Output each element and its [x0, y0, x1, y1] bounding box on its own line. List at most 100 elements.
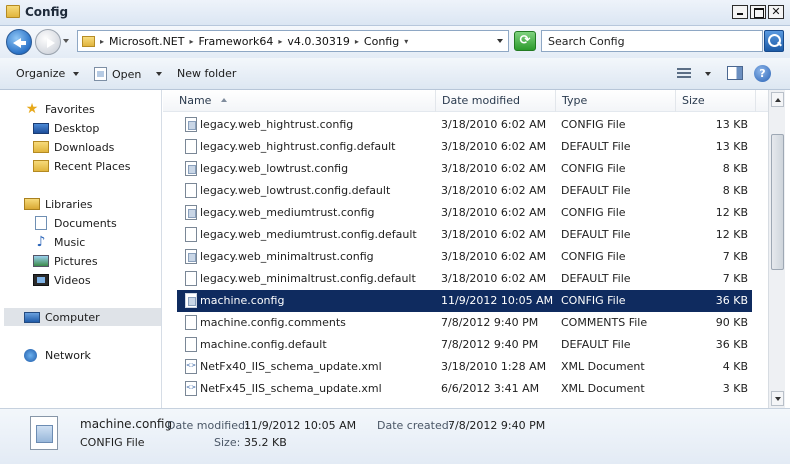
nav-label: Videos — [54, 273, 91, 287]
minimize-button[interactable] — [732, 5, 748, 19]
column-header-type[interactable]: Type — [556, 90, 676, 112]
file-size: 3 KB — [722, 382, 748, 395]
file-row[interactable]: NetFx45_IIS_schema_update.xml 6/6/2012 3:… — [177, 378, 752, 400]
chevron-down-icon[interactable] — [705, 72, 711, 76]
maximize-button[interactable] — [750, 5, 766, 19]
file-date-modified: 11/9/2012 10:05 AM — [441, 294, 554, 307]
details-file-type: CONFIG File — [80, 436, 145, 449]
document-icon — [94, 67, 107, 81]
file-type: XML Document — [561, 360, 645, 373]
search-icon[interactable] — [764, 30, 784, 52]
nav-computer[interactable]: Computer — [4, 308, 161, 326]
open-button[interactable]: Open — [94, 67, 163, 81]
change-view-icon[interactable] — [677, 68, 691, 79]
file-row[interactable]: legacy.web_minimaltrust.config 3/18/2010 … — [177, 246, 752, 268]
preview-pane-icon[interactable] — [727, 66, 743, 80]
details-modified-label: Date modified: — [167, 419, 249, 432]
nav-pictures[interactable]: Pictures — [33, 252, 98, 270]
recent-pages-dropdown[interactable] — [63, 39, 69, 43]
file-size: 8 KB — [722, 162, 748, 175]
music-icon: ♪ — [36, 234, 46, 250]
column-label: Type — [562, 94, 588, 107]
file-type: DEFAULT File — [561, 228, 631, 241]
organize-button[interactable]: Organize — [16, 67, 80, 80]
file-row[interactable]: machine.config.comments 7/8/2012 9:40 PM C… — [177, 312, 752, 334]
close-button[interactable]: ✕ — [768, 5, 784, 19]
file-row[interactable]: machine.config 11/9/2012 10:05 AM CONFIG F… — [177, 290, 752, 312]
column-header-date-modified[interactable]: Date modified — [436, 90, 556, 112]
breadcrumb-v4[interactable]: v4.0.30319 — [287, 35, 350, 48]
nav-videos[interactable]: Videos — [33, 271, 91, 289]
file-name: NetFx40_IIS_schema_update.xml — [200, 360, 382, 373]
column-header-size[interactable]: Size — [676, 90, 756, 112]
details-modified-value: 11/9/2012 10:05 AM — [244, 419, 357, 432]
nav-favorites[interactable]: ★ Favorites — [24, 100, 95, 118]
file-row[interactable]: legacy.web_hightrust.config 3/18/2010 6:0… — [177, 114, 752, 136]
search-input[interactable]: Search Config — [541, 30, 763, 52]
file-row[interactable]: NetFx40_IIS_schema_update.xml 3/18/2010 1… — [177, 356, 752, 378]
file-date-modified: 7/8/2012 9:40 PM — [441, 316, 539, 329]
scroll-down-button[interactable] — [771, 391, 784, 406]
vertical-scrollbar[interactable] — [768, 90, 785, 408]
breadcrumb-separator-icon[interactable]: ▸ — [189, 37, 193, 46]
chevron-down-icon[interactable] — [156, 72, 163, 76]
address-bar[interactable]: ▸ Microsoft.NET ▸ Framework64 ▸ v4.0.303… — [77, 30, 509, 52]
scroll-up-button[interactable] — [771, 92, 784, 107]
column-label: Size — [682, 94, 705, 107]
nav-network[interactable]: Network — [24, 346, 91, 364]
file-row[interactable]: legacy.web_mediumtrust.config.default 3/1… — [177, 224, 752, 246]
breadcrumb-microsoft-net[interactable]: Microsoft.NET — [109, 35, 184, 48]
nav-libraries[interactable]: Libraries — [24, 195, 93, 213]
help-icon[interactable]: ? — [754, 65, 771, 82]
file-list: Name Date modified Type Size legacy.web_… — [163, 90, 768, 408]
file-name: legacy.web_minimaltrust.config — [200, 250, 374, 263]
refresh-button[interactable]: ⟳ — [514, 31, 536, 51]
nav-recent-places[interactable]: Recent Places — [33, 157, 131, 175]
nav-label: Documents — [54, 216, 117, 230]
file-row[interactable]: legacy.web_lowtrust.config.default 3/18/2… — [177, 180, 752, 202]
column-header-name[interactable]: Name — [173, 90, 436, 112]
file-row[interactable]: legacy.web_lowtrust.config 3/18/2010 6:02… — [177, 158, 752, 180]
back-button[interactable] — [6, 29, 32, 55]
breadcrumb-separator-icon[interactable]: ▸ — [278, 37, 282, 46]
breadcrumb-separator-icon[interactable]: ▸ — [355, 37, 359, 46]
file-row[interactable]: machine.config.default 7/8/2012 9:40 PM DE… — [177, 334, 752, 356]
file-row[interactable]: legacy.web_mediumtrust.config 3/18/2010 6… — [177, 202, 752, 224]
downloads-folder-icon — [33, 141, 49, 153]
new-folder-button[interactable]: New folder — [177, 67, 236, 80]
file-size: 4 KB — [722, 360, 748, 373]
breadcrumb-framework64[interactable]: Framework64 — [198, 35, 273, 48]
file-name: legacy.web_hightrust.config.default — [200, 140, 396, 153]
file-date-modified: 3/18/2010 6:02 AM — [441, 140, 547, 153]
file-row[interactable]: legacy.web_minimaltrust.config.default 3/… — [177, 268, 752, 290]
column-headers: Name Date modified Type Size — [163, 90, 768, 112]
forward-button[interactable] — [35, 29, 61, 55]
file-name: legacy.web_hightrust.config — [200, 118, 354, 131]
file-size: 36 KB — [715, 338, 748, 351]
libraries-icon — [24, 198, 40, 210]
config-file-icon — [185, 117, 197, 132]
details-pane: machine.config CONFIG File Date modified… — [0, 408, 790, 464]
file-type: DEFAULT File — [561, 272, 631, 285]
config-file-icon — [30, 416, 58, 450]
nav-desktop[interactable]: Desktop — [33, 119, 99, 137]
file-date-modified: 3/18/2010 6:02 AM — [441, 272, 547, 285]
breadcrumb-config[interactable]: Config — [364, 35, 399, 48]
file-row[interactable]: legacy.web_hightrust.config.default 3/18/… — [177, 136, 752, 158]
nav-label: Music — [54, 235, 86, 249]
nav-downloads[interactable]: Downloads — [33, 138, 114, 156]
breadcrumb-separator-icon[interactable]: ▾ — [404, 37, 408, 46]
nav-documents[interactable]: Documents — [33, 214, 117, 232]
file-date-modified: 3/18/2010 6:02 AM — [441, 118, 547, 131]
config-file-icon — [185, 249, 197, 264]
details-size-label: Size: — [214, 436, 241, 449]
file-size: 12 KB — [715, 228, 748, 241]
star-icon: ★ — [25, 101, 39, 117]
nav-music[interactable]: ♪ Music — [33, 233, 86, 251]
address-history-dropdown[interactable] — [497, 39, 503, 43]
file-type: DEFAULT File — [561, 338, 631, 351]
scroll-thumb[interactable] — [771, 134, 784, 270]
search-placeholder: Search Config — [548, 35, 625, 48]
breadcrumb-separator-icon[interactable]: ▸ — [100, 37, 104, 46]
file-size: 90 KB — [715, 316, 748, 329]
